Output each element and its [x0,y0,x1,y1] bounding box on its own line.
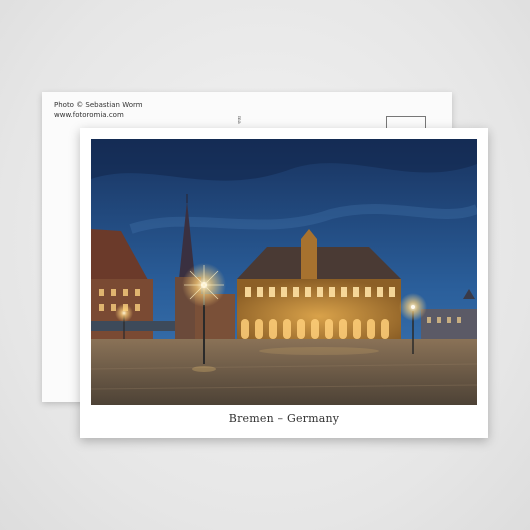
credit-line-website: www.fotoromia.com [54,111,124,119]
postcard-caption: Bremen – Germany [228,412,340,425]
credit-line-photographer: Photo © Sebastian Worm [54,101,143,109]
photo-illustration [91,139,477,405]
photo-credit: Photo © Sebastian Worm www.fotoromia.com [54,100,143,120]
postcard-front[interactable]: Bremen – Germany [80,128,488,438]
bremen-townhall-photo [91,139,477,405]
